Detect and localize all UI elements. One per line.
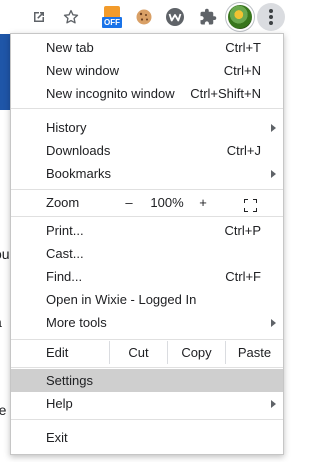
page-text-fragment: a (0, 314, 2, 330)
browser-main-menu: New tab Ctrl+T New window Ctrl+N New inc… (10, 33, 284, 455)
fullscreen-icon[interactable] (243, 196, 258, 213)
page-text-fragment: re (0, 402, 7, 418)
zoom-level: 100% (150, 195, 184, 210)
menu-item-label: Help (46, 396, 73, 411)
wixie-w-icon[interactable] (163, 5, 187, 29)
menu-item-shortcut: Ctrl+N (223, 63, 261, 78)
menu-separator (11, 108, 283, 109)
submenu-arrow-icon (271, 319, 276, 327)
menu-item-more-tools[interactable]: More tools (11, 311, 283, 334)
menu-item-shortcut: Ctrl+J (226, 143, 261, 158)
menu-item-new-incognito-window[interactable]: New incognito window Ctrl+Shift+N (11, 82, 283, 105)
menu-item-label: History (46, 120, 87, 135)
zoom-in-button[interactable]: + (192, 191, 214, 214)
menu-item-exit[interactable]: Exit (11, 426, 283, 449)
menu-zoom-row: Zoom – 100% + (11, 191, 283, 214)
menu-separator (11, 189, 283, 190)
menu-item-label: Cast... (46, 246, 84, 261)
menu-item-label: More tools (46, 315, 107, 330)
menu-item-label: New window (46, 63, 119, 78)
star-icon[interactable] (59, 5, 83, 29)
menu-item-label: New tab (46, 40, 94, 55)
menu-item-label: Downloads (46, 143, 111, 158)
menu-item-new-tab[interactable]: New tab Ctrl+T (11, 36, 283, 59)
more-menu-icon[interactable] (257, 3, 285, 31)
zoom-out-button[interactable]: – (118, 191, 140, 214)
extension-badge: OFF (102, 17, 122, 28)
menu-item-shortcut: Ctrl+F (225, 269, 261, 284)
menu-item-label: Bookmarks (46, 166, 112, 181)
menu-separator (11, 419, 283, 420)
menu-separator (11, 216, 283, 217)
menu-item-history[interactable]: History (11, 116, 283, 139)
menu-item-settings[interactable]: Settings (11, 369, 283, 392)
zoom-label: Zoom (46, 195, 80, 210)
menu-item-label: Exit (46, 430, 68, 445)
menu-item-print[interactable]: Print... Ctrl+P (11, 219, 283, 242)
menu-item-shortcut: Ctrl+P (224, 223, 261, 238)
menu-edit-row: Edit Cut Copy Paste (11, 341, 283, 364)
menu-item-help[interactable]: Help (11, 392, 283, 415)
menu-item-cast[interactable]: Cast... (11, 242, 283, 265)
paste-button[interactable]: Paste (225, 341, 283, 364)
cut-button[interactable]: Cut (109, 341, 167, 364)
submenu-arrow-icon (271, 170, 276, 178)
menu-item-open-in-wixie[interactable]: Open in Wixie - Logged In (11, 288, 283, 311)
avatar[interactable] (228, 5, 252, 29)
copy-button[interactable]: Copy (167, 341, 225, 364)
menu-separator (11, 367, 283, 368)
edit-label: Edit (46, 345, 69, 360)
off-extension-icon[interactable]: OFF (102, 6, 122, 28)
page-text-fragment: ou (0, 246, 10, 262)
menu-item-label: New incognito window (46, 86, 175, 101)
menu-item-downloads[interactable]: Downloads Ctrl+J (11, 139, 283, 162)
submenu-arrow-icon (271, 400, 276, 408)
menu-item-shortcut: Ctrl+T (225, 40, 261, 55)
puzzle-extensions-icon[interactable] (196, 5, 220, 29)
submenu-arrow-icon (271, 124, 276, 132)
menu-item-label: Print... (46, 223, 84, 238)
menu-separator (11, 339, 283, 340)
menu-item-shortcut: Ctrl+Shift+N (190, 86, 261, 101)
cookie-icon[interactable] (132, 5, 156, 29)
menu-item-bookmarks[interactable]: Bookmarks (11, 162, 283, 185)
menu-item-find[interactable]: Find... Ctrl+F (11, 265, 283, 288)
browser-toolbar: OFF (0, 0, 295, 34)
menu-item-label: Find... (46, 269, 83, 284)
menu-item-label: Open in Wixie - Logged In (46, 292, 197, 307)
open-in-new-window-icon[interactable] (27, 5, 51, 29)
menu-item-new-window[interactable]: New window Ctrl+N (11, 59, 283, 82)
page-header-strip (0, 34, 10, 110)
menu-item-label: Settings (46, 373, 93, 388)
